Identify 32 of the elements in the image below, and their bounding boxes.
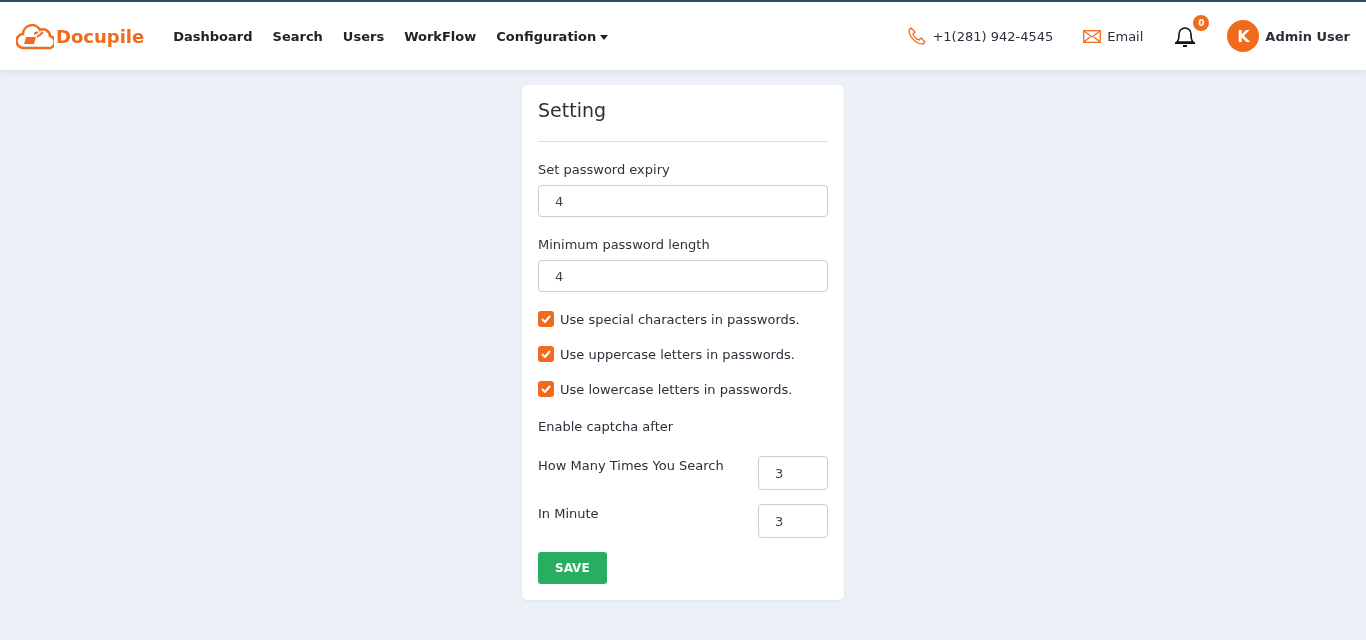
nav-link[interactable]: Dashboard (166, 22, 260, 50)
input-field[interactable]: 3 (758, 504, 828, 538)
check-icon (541, 385, 551, 393)
email-link[interactable]: Email (1107, 28, 1144, 44)
field-label: In Minute (538, 506, 599, 521)
input-field[interactable]: 3 (758, 456, 828, 490)
check-icon (541, 350, 551, 358)
card-title: Setting (538, 99, 828, 142)
brand-name: Docupile (56, 25, 145, 47)
field-label: Minimum password length (538, 237, 711, 252)
checkbox[interactable] (538, 311, 554, 327)
input-field[interactable]: 4 (538, 260, 828, 292)
nav-link[interactable]: Configuration (489, 22, 616, 50)
input-field[interactable]: 4 (538, 185, 828, 217)
field-label: Set password expiry (538, 162, 671, 177)
section-label: Enable captcha after (538, 419, 675, 434)
checkbox-label: Use uppercase letters in passwords. (560, 346, 795, 362)
envelope-icon (1083, 29, 1102, 43)
cloud-logo-icon (16, 22, 54, 50)
check-icon (541, 315, 551, 323)
notification-count: 0 (1193, 15, 1210, 31)
nav-link[interactable]: Users (335, 22, 392, 50)
checkbox-label: Use special characters in passwords. (560, 311, 800, 327)
field-label: How Many Times You Search (538, 458, 724, 473)
checkbox[interactable] (538, 346, 554, 362)
nav-link[interactable]: WorkFlow (397, 22, 484, 50)
phone-icon (908, 27, 927, 45)
phone-number: +1(281) 942-4545 (932, 28, 1054, 44)
nav-link[interactable]: Search (265, 22, 330, 50)
user-name[interactable]: Admin User (1265, 28, 1350, 44)
checkbox[interactable] (538, 381, 554, 397)
checkbox-label: Use lowercase letters in passwords. (560, 381, 793, 397)
